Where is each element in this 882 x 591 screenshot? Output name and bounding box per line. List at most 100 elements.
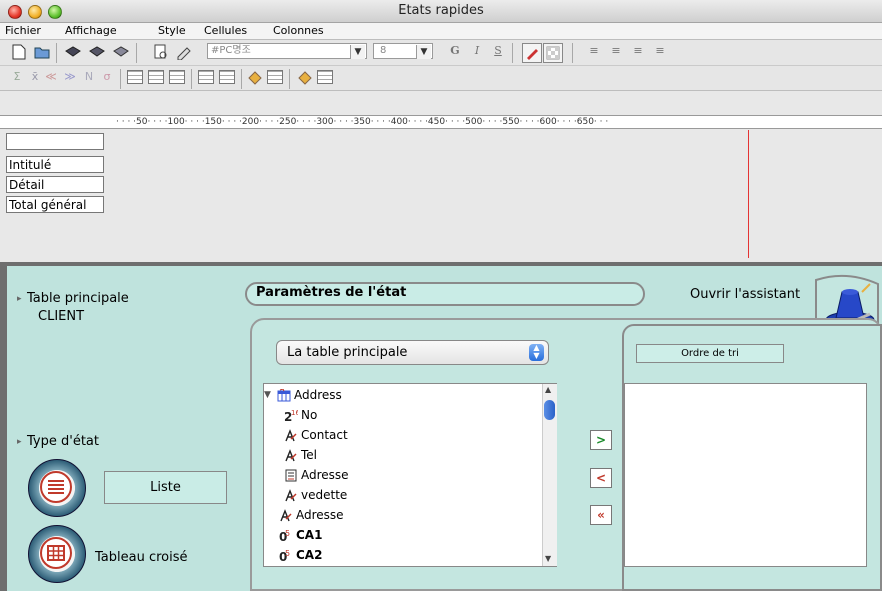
page-width-marker[interactable] (748, 130, 749, 258)
menu-affichage[interactable]: Affichage (65, 24, 117, 37)
add-field-button[interactable]: > (590, 430, 612, 450)
list-type-label[interactable]: Liste (104, 471, 227, 504)
field-list-item[interactable]: ▼ Address (264, 386, 342, 404)
field-list-item[interactable]: Contact (284, 426, 348, 444)
field-name: Address (294, 388, 342, 402)
sort-order-tab[interactable]: Ordre de tri (636, 344, 784, 363)
disclosure-triangle-icon: ▸ (17, 437, 22, 447)
align-justify-icon[interactable]: ≡ (651, 44, 669, 60)
field-list-item[interactable]: Tel (284, 446, 317, 464)
new-document-icon[interactable] (10, 43, 28, 61)
format-toolbar: #PC명조 ▼ 8 ▼ G I S ≡ ≡ ≡ ≡ (0, 40, 882, 66)
insert-column-right-icon[interactable] (219, 70, 235, 84)
add-subtotal-icon[interactable] (148, 70, 164, 84)
field-list-item[interactable]: 0 5 CA1 (264, 526, 322, 544)
svg-text:5: 5 (285, 549, 290, 558)
remove-all-fields-button[interactable]: « (590, 505, 612, 525)
insert-column-left-icon[interactable] (198, 70, 214, 84)
column-color-icon[interactable] (296, 69, 314, 87)
print-setup-icon[interactable] (88, 43, 106, 61)
scroll-up-arrow-icon[interactable]: ▲ (545, 385, 551, 394)
remove-field-button[interactable]: < (590, 468, 612, 488)
align-left-icon[interactable]: ≡ (585, 44, 603, 60)
numeric-field-icon: 2 16 (284, 409, 298, 422)
report-row-total[interactable]: Total général (6, 196, 104, 213)
font-size-dropdown[interactable]: 8 ▼ (373, 43, 433, 59)
field-list-scrollbar[interactable]: ▲ ▼ (542, 384, 557, 566)
chevron-down-icon[interactable]: ▼ (350, 45, 365, 59)
bold-button[interactable]: G (446, 44, 464, 60)
table-select-value: La table principale (287, 345, 408, 360)
svg-text:5: 5 (285, 529, 290, 538)
report-row-detail[interactable]: Détail (6, 176, 104, 193)
field-name: Adresse (301, 468, 349, 482)
italic-button[interactable]: I (468, 44, 486, 60)
report-type-panel: ▸ Table principale CLIENT ▸ Type d'état … (7, 266, 243, 591)
ruler: · · · ·50· · · ·100· · · ·150· · · ·200·… (0, 115, 882, 129)
pen-color-icon[interactable] (522, 43, 542, 63)
field-name: Tel (301, 448, 318, 462)
count-icon[interactable]: N (80, 70, 98, 86)
sum-icon[interactable]: Σ (8, 70, 26, 86)
add-column-icon[interactable] (127, 70, 143, 84)
text-field-icon (284, 428, 298, 442)
font-name-value: #PC명조 (211, 45, 251, 56)
page-setup-icon[interactable] (112, 43, 130, 61)
field-list-item[interactable]: 0 5 CA2 (264, 546, 322, 564)
field-name: vedette (301, 488, 348, 502)
menu-style[interactable]: Style (158, 24, 186, 37)
open-folder-icon[interactable] (33, 43, 51, 61)
table-select-popup[interactable]: La table principale ▲ ▼ (276, 340, 549, 365)
list-report-button[interactable] (28, 459, 86, 517)
subtable-icon (284, 469, 298, 482)
field-list-item[interactable]: 2 16 No (284, 406, 317, 424)
chevron-down-icon[interactable]: ▼ (416, 45, 431, 59)
fill-pattern-icon[interactable] (543, 43, 563, 63)
std-deviation-icon[interactable]: σ (98, 70, 116, 86)
add-row-icon[interactable] (169, 70, 185, 84)
menu-fichier[interactable]: Fichier (5, 24, 41, 37)
align-center-icon[interactable]: ≡ (607, 44, 625, 60)
column-pattern-icon[interactable] (317, 70, 333, 84)
menu-colonnes[interactable]: Colonnes (273, 24, 324, 37)
field-name: CA1 (296, 528, 323, 542)
cell-pattern-icon[interactable] (267, 70, 283, 84)
menu-cellules[interactable]: Cellules (204, 24, 247, 37)
max-icon[interactable]: ≫ (61, 70, 79, 86)
print-icon[interactable] (64, 43, 82, 61)
field-name: No (301, 408, 318, 422)
toolbar-separator (136, 43, 137, 63)
report-type-heading: Type d'état (27, 434, 99, 449)
table-icon (277, 388, 291, 402)
align-right-icon[interactable]: ≡ (629, 44, 647, 60)
report-row-intitule[interactable]: Intitulé (6, 156, 104, 173)
parameters-title: Paramètres de l'état (256, 285, 407, 300)
preview-icon[interactable] (152, 43, 170, 61)
crosstab-label: Tableau croisé (95, 550, 188, 565)
disclosure-triangle-icon[interactable]: ▼ (264, 390, 274, 400)
field-list-item[interactable]: Adresse (284, 466, 349, 484)
field-name: Contact (301, 428, 348, 442)
field-list-item[interactable]: vedette (284, 486, 347, 504)
svg-text:16: 16 (291, 409, 298, 417)
scrollbar-thumb[interactable] (544, 400, 555, 420)
text-field-icon (284, 488, 298, 502)
min-icon[interactable]: ≪ (42, 70, 60, 86)
crosstab-report-button[interactable] (28, 525, 86, 583)
main-table-heading: Table principale (27, 291, 129, 306)
sort-order-list[interactable] (624, 383, 867, 567)
report-row-header[interactable] (6, 133, 104, 150)
toolbar-separator (241, 69, 242, 89)
field-list-item[interactable]: Adresse (264, 506, 344, 524)
open-assistant-link[interactable]: Ouvrir l'assistant (690, 287, 800, 302)
underline-button[interactable]: S (489, 44, 507, 60)
window-title: Etats rapides (398, 3, 484, 18)
font-name-dropdown[interactable]: #PC명조 ▼ (207, 43, 367, 59)
report-area[interactable]: Intitulé Détail Total général (0, 130, 882, 260)
list-icon (40, 471, 72, 503)
edit-formula-icon[interactable] (175, 43, 193, 61)
text-field-icon (279, 508, 293, 522)
cell-color-icon[interactable] (246, 69, 264, 87)
menu-bar: Fichier Affichage Style Cellules Colonne… (0, 23, 882, 40)
scroll-down-arrow-icon[interactable]: ▼ (545, 554, 551, 563)
